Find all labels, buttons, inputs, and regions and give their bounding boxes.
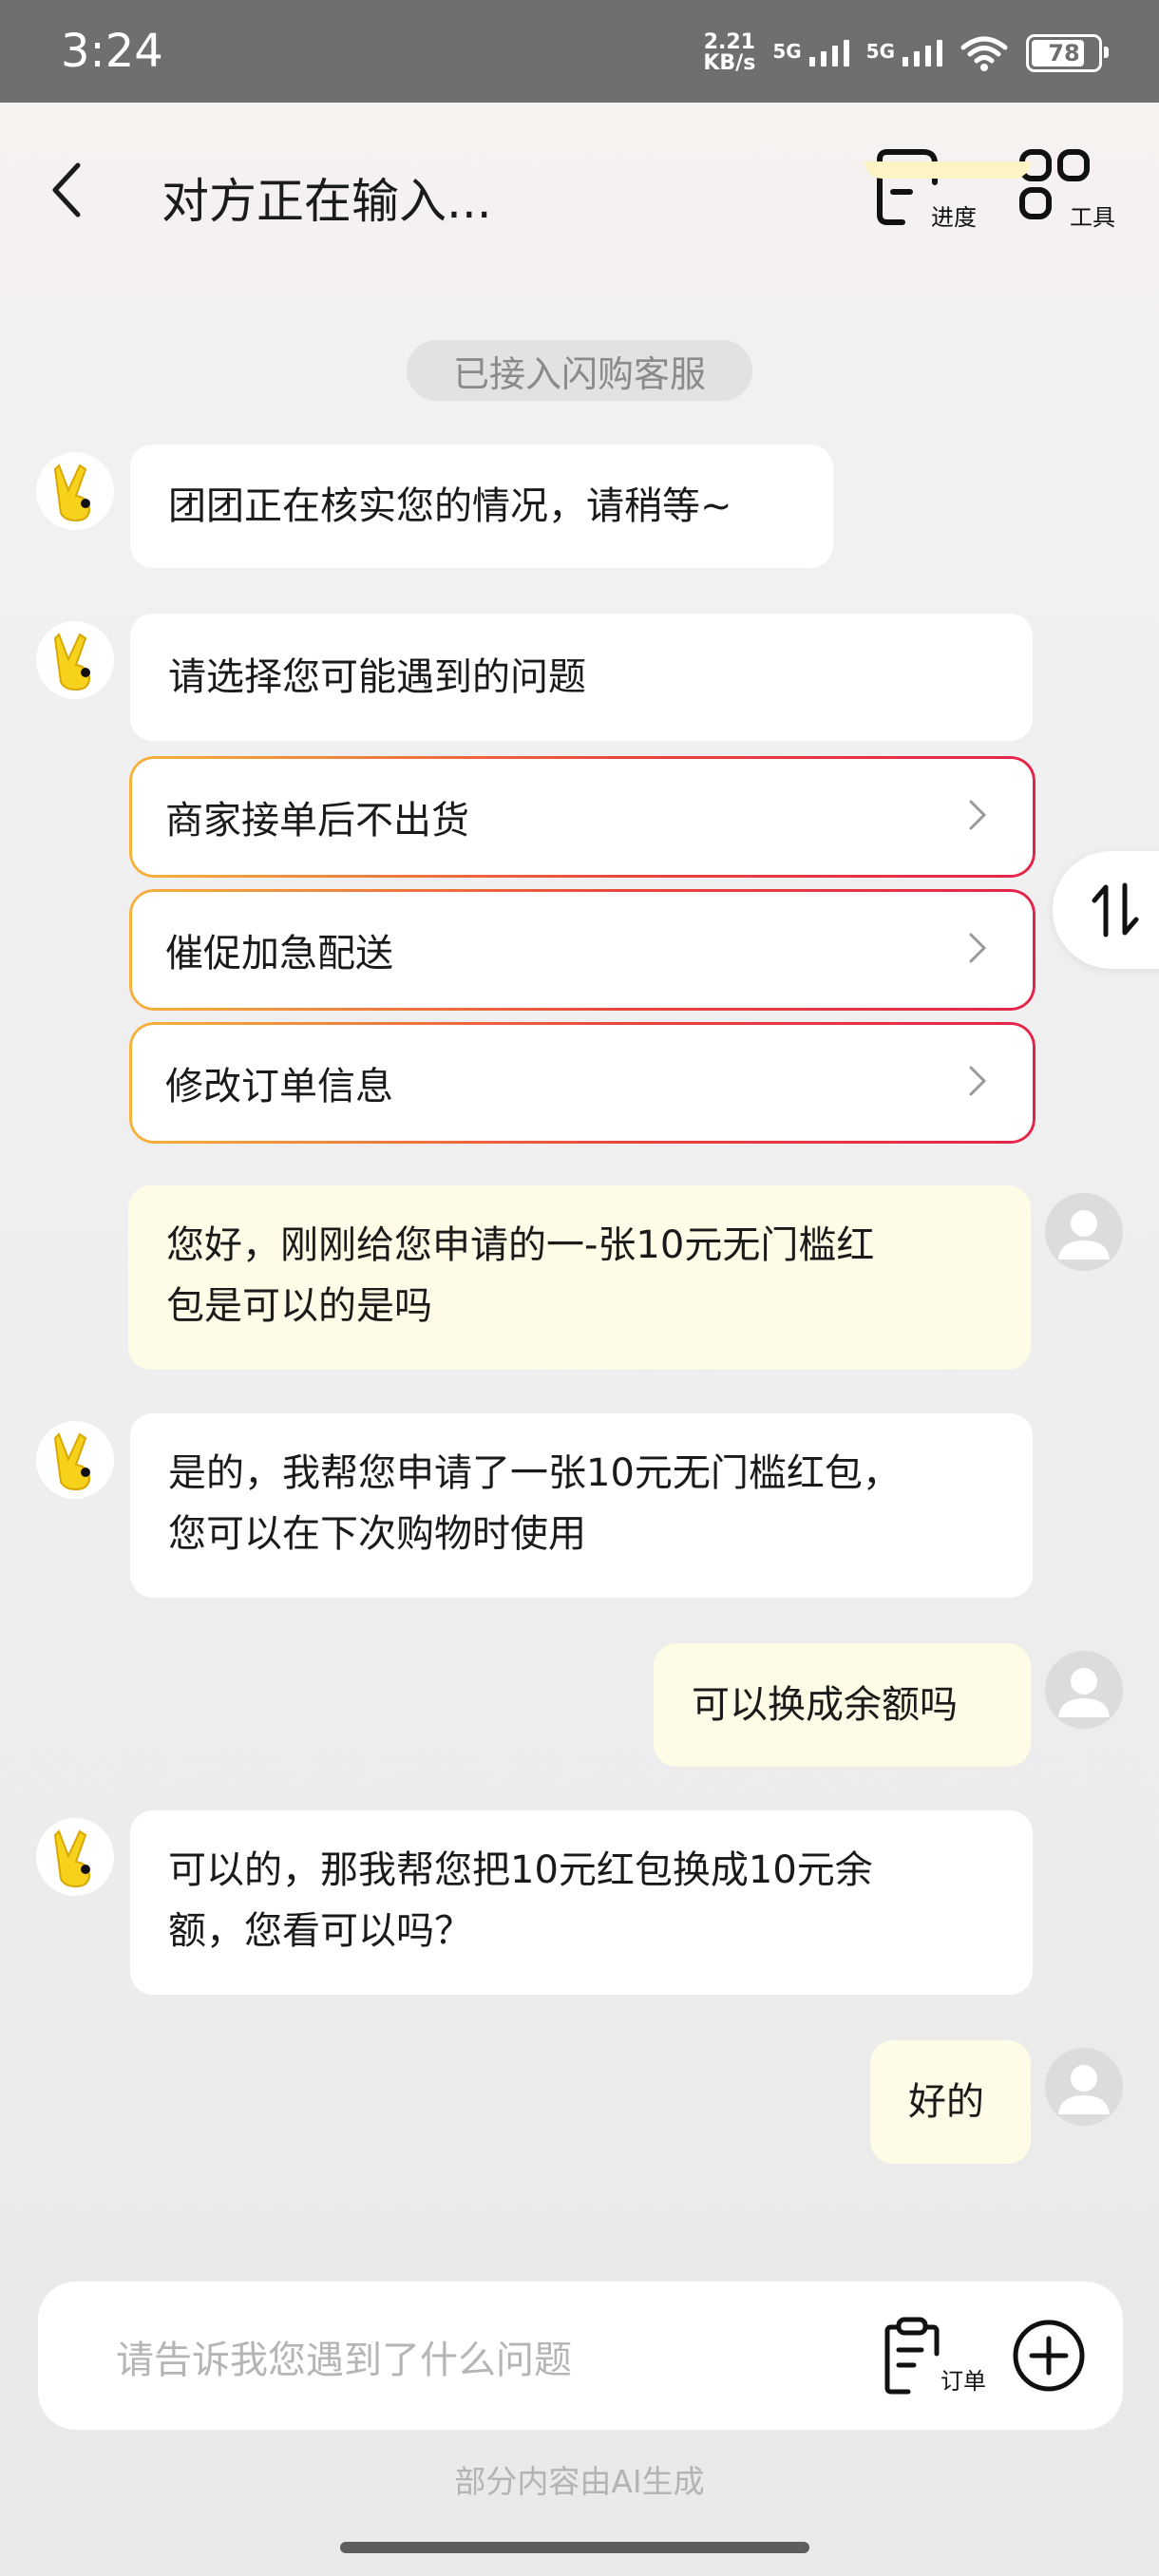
status-indicators: 2.21 KB/s 5G 5G 78 bbox=[703, 28, 1109, 78]
network-speed: 2.21 KB/s bbox=[703, 32, 755, 74]
option-label: 商家接单后不出货 bbox=[165, 799, 469, 843]
system-status-chip: 已接入闪购客服 bbox=[407, 340, 752, 401]
plus-circle-icon bbox=[1013, 2320, 1085, 2392]
message-line: 您可以在下次购物时使用 bbox=[168, 1512, 586, 1556]
message-line: 包是可以的是吗 bbox=[166, 1284, 432, 1328]
network-speed-unit: KB/s bbox=[703, 51, 756, 75]
user-avatar bbox=[1045, 1193, 1123, 1271]
status-time: 3:24 bbox=[61, 25, 163, 78]
option-label: 修改订单信息 bbox=[165, 1065, 393, 1108]
bot-mascot-icon bbox=[53, 464, 91, 522]
progress-label: 进度 bbox=[931, 204, 977, 231]
message-bubble-bot: 请选择您可能遇到的问题 bbox=[130, 614, 1033, 741]
battery-level: 78 bbox=[1048, 40, 1080, 66]
user-avatar-icon bbox=[1058, 1210, 1110, 1260]
message-input-bar: 请告诉我您遇到了什么问题 订单 bbox=[38, 2282, 1123, 2430]
battery-indicator: 78 bbox=[1026, 34, 1109, 72]
message-bubble-user: 好的 bbox=[870, 2040, 1031, 2164]
bot-avatar bbox=[36, 452, 114, 530]
bot-mascot-icon bbox=[53, 633, 91, 691]
message-line: 您好，刚刚给您申请的一-张10元无门槛红 bbox=[166, 1223, 875, 1267]
order-button[interactable]: 订单 bbox=[884, 2316, 988, 2401]
banner-peek bbox=[864, 161, 1031, 179]
message-text: 好的 bbox=[908, 2080, 984, 2124]
ai-disclaimer: 部分内容由AI生成 bbox=[454, 2463, 705, 2500]
message-line: 可以的，那我帮您把10元红包换成10元余 bbox=[168, 1848, 873, 1892]
bot-mascot-icon bbox=[53, 1432, 91, 1491]
message-bubble-user: 您好，刚刚给您申请的一-张10元无门槛红 包是可以的是吗 bbox=[128, 1185, 1031, 1370]
scroll-swap-button[interactable] bbox=[1053, 851, 1159, 969]
order-label: 订单 bbox=[940, 2368, 986, 2395]
option-item[interactable]: 修改订单信息 bbox=[129, 1022, 1036, 1144]
add-button[interactable] bbox=[1011, 2318, 1087, 2394]
bot-mascot-icon bbox=[53, 1829, 91, 1888]
progress-button[interactable]: 进度 bbox=[868, 144, 982, 236]
chevron-right-icon bbox=[969, 800, 987, 830]
user-avatar-icon bbox=[1058, 2065, 1110, 2114]
message-text: 请选择您可能遇到的问题 bbox=[168, 655, 586, 699]
back-button[interactable] bbox=[38, 152, 95, 228]
message-bubble-bot: 团团正在核实您的情况，请稍等~ bbox=[130, 445, 833, 568]
option-item[interactable]: 催促加急配送 bbox=[129, 889, 1036, 1011]
status-bar: 3:24 2.21 KB/s 5G 5G 78 bbox=[0, 0, 1159, 103]
option-item[interactable]: 商家接单后不出货 bbox=[129, 756, 1036, 878]
signal-sim1-icon: 5G bbox=[772, 40, 849, 66]
user-avatar bbox=[1045, 2048, 1123, 2126]
bot-avatar bbox=[36, 1818, 114, 1896]
message-bubble-bot: 可以的，那我帮您把10元红包换成10元余 额，您看可以吗？ bbox=[130, 1810, 1033, 1995]
back-icon bbox=[52, 162, 81, 218]
chevron-right-icon bbox=[969, 1066, 987, 1096]
tools-button[interactable]: 工具 bbox=[1007, 144, 1121, 236]
home-indicator[interactable] bbox=[340, 2542, 809, 2553]
message-text: 团团正在核实您的情况，请稍等~ bbox=[168, 484, 732, 528]
bot-avatar bbox=[36, 1421, 114, 1499]
sim2-label: 5G bbox=[865, 40, 895, 63]
message-input[interactable]: 请告诉我您遇到了什么问题 bbox=[116, 2329, 572, 2384]
tools-label: 工具 bbox=[1070, 204, 1115, 231]
network-speed-value: 2.21 bbox=[703, 30, 755, 54]
page-title: 对方正在输入... bbox=[162, 174, 492, 229]
chat-header: 对方正在输入... 进度 工具 bbox=[0, 103, 1159, 274]
message-bubble-bot: 是的，我帮您申请了一张10元无门槛红包， 您可以在下次购物时使用 bbox=[130, 1413, 1033, 1598]
chevron-right-icon bbox=[969, 933, 987, 963]
message-bubble-user: 可以换成余额吗 bbox=[654, 1643, 1031, 1767]
user-avatar-icon bbox=[1058, 1668, 1110, 1717]
wifi-icon bbox=[960, 36, 1008, 71]
message-line: 是的，我帮您申请了一张10元无门槛红包， bbox=[168, 1451, 901, 1495]
message-text: 可以换成余额吗 bbox=[692, 1683, 958, 1727]
message-line: 额，您看可以吗？ bbox=[168, 1909, 472, 1953]
signal-sim2-icon: 5G bbox=[866, 40, 942, 66]
bot-avatar bbox=[36, 621, 114, 699]
swap-order-icon bbox=[1092, 882, 1139, 938]
user-avatar bbox=[1045, 1651, 1123, 1729]
sim1-label: 5G bbox=[772, 40, 802, 63]
option-label: 催促加急配送 bbox=[165, 932, 393, 975]
